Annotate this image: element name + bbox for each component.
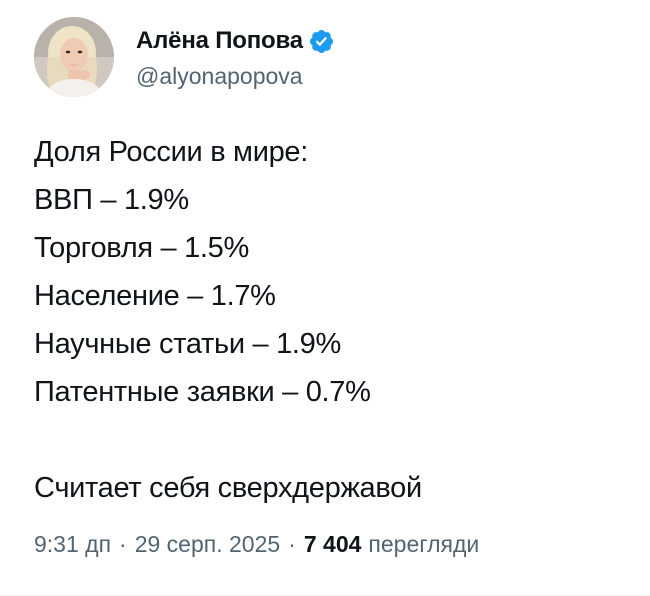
tweet-line: Считает себя сверхдержавой	[34, 472, 422, 504]
verified-badge-icon[interactable]	[308, 28, 335, 55]
tweet-line: Доля России в мире:	[34, 136, 309, 168]
tweet-line: Патентные заявки – 0.7%	[34, 376, 371, 408]
tweet-line: Торговля – 1.5%	[34, 232, 249, 264]
name-row: Алёна Попова	[136, 24, 335, 58]
avatar-image	[34, 17, 114, 97]
author-handle[interactable]: @alyonapopova	[136, 63, 335, 90]
tweet: Алёна Попова @alyonapopova Доля России в…	[0, 0, 650, 596]
views-label: перегляди	[368, 531, 480, 557]
tweet-text: Доля России в мире: ВВП – 1.9% Торговля …	[34, 128, 624, 512]
tweet-header: Алёна Попова @alyonapopova	[34, 17, 335, 97]
author-names: Алёна Попова @alyonapopova	[136, 24, 335, 90]
views-count[interactable]: 7 404	[304, 531, 362, 558]
meta-separator: ·	[119, 531, 127, 557]
avatar[interactable]	[34, 17, 114, 97]
meta-separator: ·	[288, 531, 296, 557]
tweet-line: Научные статьи – 1.9%	[34, 328, 341, 360]
author-display-name[interactable]: Алёна Попова	[136, 27, 303, 55]
tweet-line: ВВП – 1.9%	[34, 184, 189, 216]
tweet-date[interactable]: 29 серп. 2025	[135, 531, 280, 558]
tweet-time[interactable]: 9:31 дп	[34, 531, 111, 558]
tweet-line: Население – 1.7%	[34, 280, 276, 312]
tweet-meta: 9:31 дп · 29 серп. 2025 · 7 404 перегляд…	[34, 531, 479, 558]
